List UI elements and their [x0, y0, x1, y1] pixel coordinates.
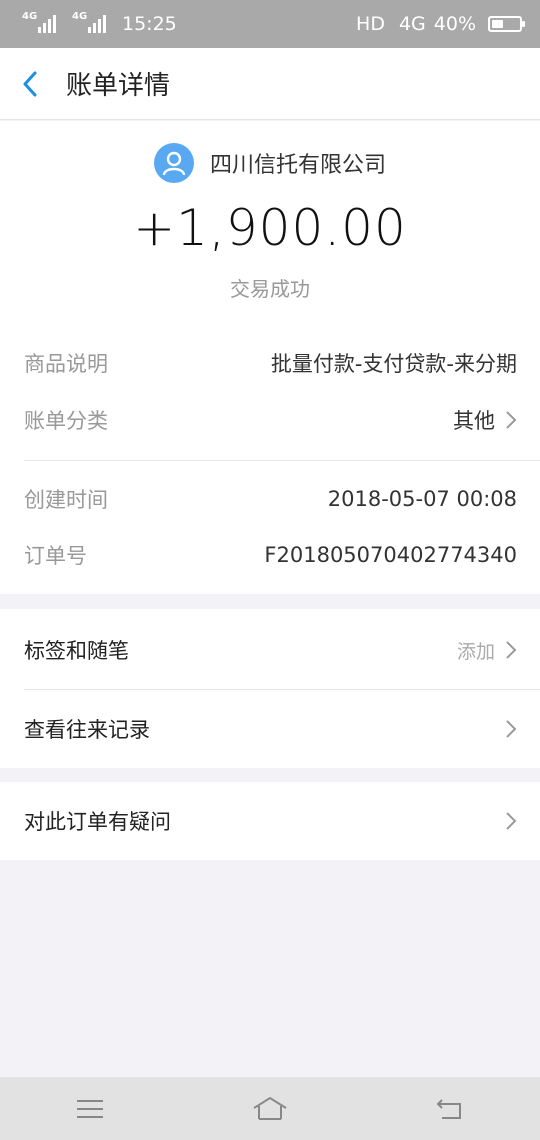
- history-right: [505, 719, 517, 739]
- history-label: 查看往来记录: [24, 718, 150, 742]
- detail-label: 账单分类: [24, 409, 108, 433]
- add-hint: 添加: [456, 640, 495, 663]
- home-button[interactable]: [240, 1084, 300, 1134]
- header: 账单详情: [0, 48, 540, 120]
- battery-icon: [488, 16, 525, 32]
- detail-label: 商品说明: [24, 352, 108, 376]
- chevron-right-icon: [506, 641, 517, 659]
- tags-notes-row[interactable]: 标签和随笔 添加: [24, 611, 517, 689]
- actions-card: 标签和随笔 添加 查看往来记录: [0, 609, 540, 768]
- status-bar: 4G 4G 15:25 HD 4G 40%: [0, 0, 540, 48]
- signal-label: 4G: [22, 11, 38, 22]
- back-button[interactable]: [0, 48, 60, 120]
- page-title: 账单详情: [66, 71, 171, 101]
- detail-label: 创建时间: [24, 488, 108, 512]
- category-value: 其他: [453, 409, 495, 433]
- battery-percent: 40%: [433, 13, 476, 35]
- status-left: 4G 4G 15:25: [22, 11, 177, 35]
- payee-name: 四川信托有限公司: [209, 153, 386, 178]
- question-label: 对此订单有疑问: [24, 810, 171, 834]
- back-arrow-icon: [23, 71, 37, 96]
- detail-row-created-time: 创建时间 2018-05-07 00:08: [24, 479, 517, 519]
- avatar: [153, 143, 194, 183]
- system-nav-bar: [0, 1077, 540, 1140]
- tags-notes-right: 添加: [457, 637, 517, 664]
- back-nav-button[interactable]: [420, 1084, 480, 1134]
- divider: [24, 460, 540, 461]
- history-row[interactable]: 查看往来记录: [24, 690, 517, 768]
- amount: +1,900.00: [133, 199, 407, 257]
- question-row[interactable]: 对此订单有疑问: [24, 782, 517, 860]
- trade-status: 交易成功: [230, 277, 310, 301]
- clock: 15:25: [122, 13, 177, 35]
- signal-icon: 4G: [72, 11, 106, 33]
- signal-icon: 4G: [22, 11, 56, 33]
- detail-row-description: 商品说明 批量付款-支付贷款-来分期: [24, 343, 517, 383]
- chevron-right-icon: [506, 411, 517, 429]
- menu-button[interactable]: [60, 1084, 120, 1134]
- detail-row-order-number: 订单号 F201805070402774340: [24, 535, 517, 575]
- detail-value: 2018-05-07 00:08: [327, 487, 517, 511]
- payee[interactable]: 四川信托有限公司: [0, 143, 540, 183]
- tags-notes-label: 标签和随笔: [24, 639, 129, 663]
- hd-indicator: HD: [356, 13, 385, 35]
- detail-value: 批量付款-支付贷款-来分期: [270, 352, 517, 376]
- menu-icon: [77, 1099, 103, 1118]
- back-nav-icon: [436, 1098, 461, 1119]
- detail-value: F201805070402774340: [264, 543, 517, 567]
- user-icon: [162, 151, 186, 176]
- chevron-right-icon: [506, 720, 517, 738]
- home-icon: [253, 1096, 287, 1120]
- network-indicator: 4G: [398, 13, 426, 35]
- status-right: HD 4G 40%: [356, 13, 525, 35]
- chevron-right-icon: [506, 812, 517, 830]
- detail-row-category[interactable]: 账单分类 其他: [24, 400, 517, 440]
- detail-value-wrap: 其他: [453, 405, 517, 435]
- signal-label: 4G: [72, 11, 88, 22]
- question-right: [505, 811, 517, 831]
- detail-label: 订单号: [24, 544, 87, 568]
- question-card: 对此订单有疑问: [0, 782, 540, 860]
- bill-summary: 四川信托有限公司 +1,900.00 交易成功 商品说明 批量付款-支付贷款-来…: [0, 121, 540, 594]
